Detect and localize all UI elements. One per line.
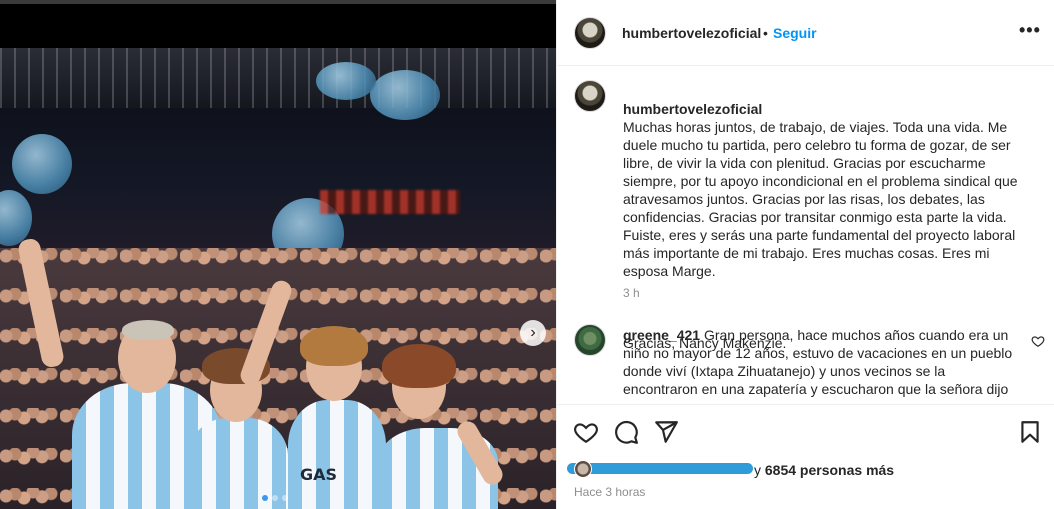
- person-hair: [300, 326, 368, 366]
- person-shirt: [288, 400, 386, 509]
- post-sidebar: humbertovelezoficial • Seguir ••• humber…: [556, 0, 1054, 509]
- likes-prefix: y: [754, 462, 761, 478]
- caption-username[interactable]: humbertovelezoficial: [623, 101, 762, 117]
- carousel-dot: [272, 495, 278, 501]
- caption-time[interactable]: 3 h: [623, 286, 640, 300]
- header-separator: •: [763, 25, 768, 41]
- header-username[interactable]: humbertovelezoficial: [622, 25, 761, 41]
- stage-balloon: [0, 190, 32, 246]
- caption: humbertovelezoficial Muchas horas juntos…: [623, 82, 1023, 352]
- post-header: humbertovelezoficial • Seguir •••: [557, 0, 1054, 66]
- comment-icon[interactable]: [613, 419, 639, 445]
- stage-balloon: [12, 134, 72, 194]
- post-timestamp[interactable]: Hace 3 horas: [574, 485, 645, 499]
- person-hair: [382, 344, 456, 388]
- follow-button[interactable]: Seguir: [773, 25, 817, 41]
- redacted-scribble: [567, 463, 753, 474]
- post-actions: y 6854 personas más Hace 3 horas: [557, 404, 1054, 509]
- heart-icon[interactable]: [1031, 334, 1045, 348]
- avatar[interactable]: [574, 17, 606, 49]
- stage-balloon: [370, 70, 440, 120]
- chevron-right-icon[interactable]: ›: [520, 320, 546, 346]
- carousel-dot: [262, 495, 268, 501]
- likes-count[interactable]: 6854 personas más: [765, 462, 894, 478]
- caption-text: Muchas horas juntos, de trabajo, de viaj…: [623, 119, 1018, 279]
- carousel-dot: [282, 495, 288, 501]
- comments-section[interactable]: humbertovelezoficial Muchas horas juntos…: [557, 66, 1054, 404]
- stage-truss: [0, 48, 556, 108]
- media-top-strip: [0, 0, 556, 4]
- person-hair: [122, 320, 174, 340]
- stage-balloon: [316, 62, 376, 100]
- avatar[interactable]: [574, 460, 592, 478]
- send-icon[interactable]: [653, 419, 679, 445]
- shirt-text: GAS: [300, 465, 338, 484]
- stage-lights: [320, 190, 460, 214]
- more-horizontal-icon[interactable]: •••: [1019, 20, 1041, 41]
- comment: greene_421 Gran persona, hace muchos año…: [623, 326, 1013, 398]
- avatar[interactable]: [574, 324, 606, 356]
- post-media: › GAS: [0, 0, 556, 509]
- post-photo: ›: [0, 48, 556, 509]
- avatar[interactable]: [574, 80, 606, 112]
- bookmark-icon[interactable]: [1017, 419, 1043, 445]
- likes-summary[interactable]: y 6854 personas más: [754, 462, 894, 478]
- carousel-dots: [262, 495, 288, 501]
- heart-icon[interactable]: [573, 419, 599, 445]
- comment-username[interactable]: greene_421: [623, 327, 700, 343]
